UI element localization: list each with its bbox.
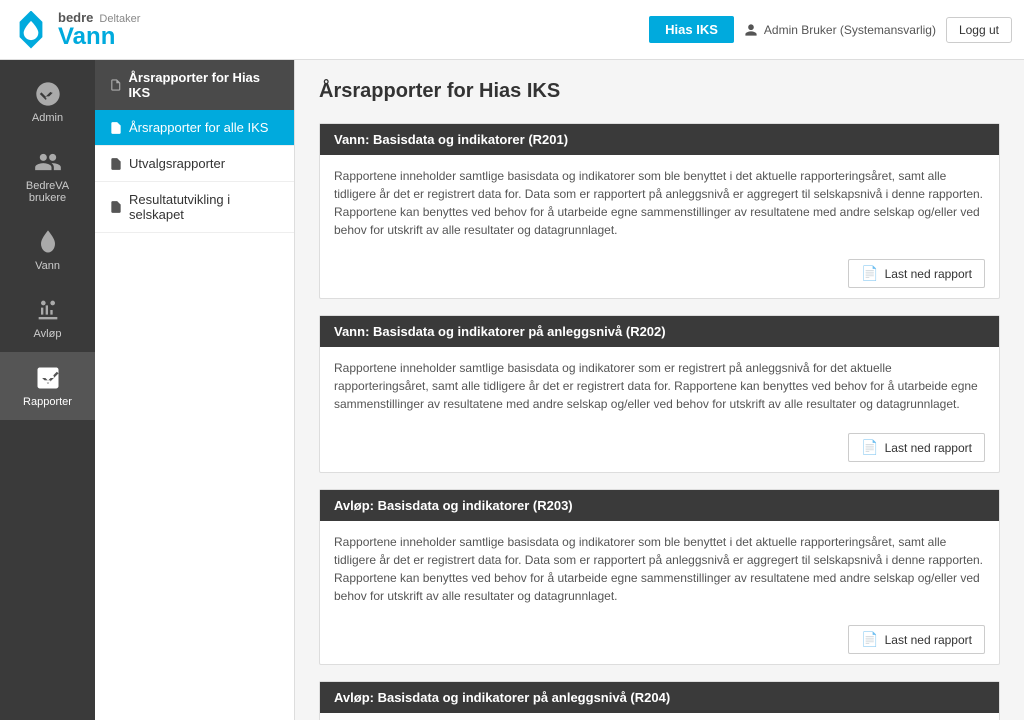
page-title: Årsrapporter for Hias IKS xyxy=(319,80,1000,103)
report-card-r201: Vann: Basisdata og indikatorer (R201) Ra… xyxy=(319,123,1000,299)
sidebar-vann-label: Vann xyxy=(35,260,60,272)
sidebar-item-admin[interactable]: Admin xyxy=(0,68,95,136)
content-area: Årsrapporter for Hias IKS Vann: Basisdat… xyxy=(295,60,1024,720)
download-icon-r202: 📄 xyxy=(861,439,878,456)
report-description-r201: Rapportene inneholder samtlige basisdata… xyxy=(334,167,985,239)
user-info: Admin Bruker (Systemansvarlig) xyxy=(744,23,936,37)
doc-icon-3 xyxy=(109,200,123,214)
sidebar-rapporter-label: Rapporter xyxy=(23,396,72,408)
user-icon xyxy=(744,23,758,37)
report-description-r203: Rapportene inneholder samtlige basisdata… xyxy=(334,533,985,605)
report-header-r202: Vann: Basisdata og indikatorer på anlegg… xyxy=(320,316,999,347)
sidebar-resultatutvikling-label: Resultatutvikling i selskapet xyxy=(129,192,280,222)
report-body-r204: Rapportene inneholder samtlige basisdata… xyxy=(320,713,999,720)
reports-container: Vann: Basisdata og indikatorer (R201) Ra… xyxy=(319,123,1000,720)
logo-area: bedre Deltaker Vann xyxy=(12,10,140,49)
doc-icon-2 xyxy=(109,157,123,171)
logo-drop-icon xyxy=(12,11,50,49)
report-body-r201: Rapportene inneholder samtlige basisdata… xyxy=(320,155,999,251)
sidebar-item-resultatutvikling[interactable]: Resultatutvikling i selskapet xyxy=(95,182,294,233)
top-right: Hias IKS Admin Bruker (Systemansvarlig) … xyxy=(649,16,1012,43)
download-button-r203[interactable]: 📄 Last ned rapport xyxy=(848,625,985,654)
download-label-r201: Last ned rapport xyxy=(885,267,972,281)
sidebar: Admin BedreVA brukere Vann Avløp Rapport… xyxy=(0,60,95,720)
logo-vann: Vann xyxy=(58,25,140,49)
report-header-r203: Avløp: Basisdata og indikatorer (R203) xyxy=(320,490,999,521)
logout-button[interactable]: Logg ut xyxy=(946,17,1012,43)
report-description-r202: Rapportene inneholder samtlige basisdata… xyxy=(334,359,985,413)
report-card-r202: Vann: Basisdata og indikatorer på anlegg… xyxy=(319,315,1000,473)
doc-icon-1 xyxy=(109,121,123,135)
sidebar-avlop-label: Avløp xyxy=(34,328,62,340)
report-footer-r202: 📄 Last ned rapport xyxy=(320,425,999,472)
download-label-r203: Last ned rapport xyxy=(885,633,972,647)
sidebar-item-avlop[interactable]: Avløp xyxy=(0,284,95,352)
sidebar-admin-label: Admin xyxy=(32,112,63,124)
sidebar-item-vann[interactable]: Vann xyxy=(0,216,95,284)
sidebar-item-arsrapporter-alle[interactable]: Årsrapporter for alle IKS xyxy=(95,110,294,146)
hias-badge: Hias IKS xyxy=(649,16,734,43)
report-body-r202: Rapportene inneholder samtlige basisdata… xyxy=(320,347,999,425)
download-button-r202[interactable]: 📄 Last ned rapport xyxy=(848,433,985,462)
download-icon-r201: 📄 xyxy=(861,265,878,282)
sidebar-utvalgsrapporter-label: Utvalgsrapporter xyxy=(129,156,225,171)
report-header-r204: Avløp: Basisdata og indikatorer på anleg… xyxy=(320,682,999,713)
sidebar-item-bedrevann[interactable]: BedreVA brukere xyxy=(0,136,95,216)
main-layout: Admin BedreVA brukere Vann Avløp Rapport… xyxy=(0,60,1024,720)
sidebar-item-utvalgsrapporter[interactable]: Utvalgsrapporter xyxy=(95,146,294,182)
sidebar-bedrevann-label: BedreVA brukere xyxy=(8,180,87,204)
top-bar: bedre Deltaker Vann Hias IKS Admin Bruke… xyxy=(0,0,1024,60)
download-label-r202: Last ned rapport xyxy=(885,441,972,455)
download-button-r201[interactable]: 📄 Last ned rapport xyxy=(848,259,985,288)
report-header-r201: Vann: Basisdata og indikatorer (R201) xyxy=(320,124,999,155)
report-body-r203: Rapportene inneholder samtlige basisdata… xyxy=(320,521,999,617)
report-card-r204: Avløp: Basisdata og indikatorer på anleg… xyxy=(319,681,1000,720)
sub-sidebar-header-label: Årsrapporter for Hias IKS xyxy=(129,70,280,100)
report-icon xyxy=(109,78,123,92)
sidebar-item-rapporter[interactable]: Rapporter xyxy=(0,352,95,420)
report-card-r203: Avløp: Basisdata og indikatorer (R203) R… xyxy=(319,489,1000,665)
user-label: Admin Bruker (Systemansvarlig) xyxy=(764,23,936,37)
sidebar-arsrapporter-alle-label: Årsrapporter for alle IKS xyxy=(129,120,268,135)
download-icon-r203: 📄 xyxy=(861,631,878,648)
sub-sidebar-header: Årsrapporter for Hias IKS xyxy=(95,60,294,110)
report-footer-r201: 📄 Last ned rapport xyxy=(320,251,999,298)
report-footer-r203: 📄 Last ned rapport xyxy=(320,617,999,664)
sub-sidebar: Årsrapporter for Hias IKS Årsrapporter f… xyxy=(95,60,295,720)
